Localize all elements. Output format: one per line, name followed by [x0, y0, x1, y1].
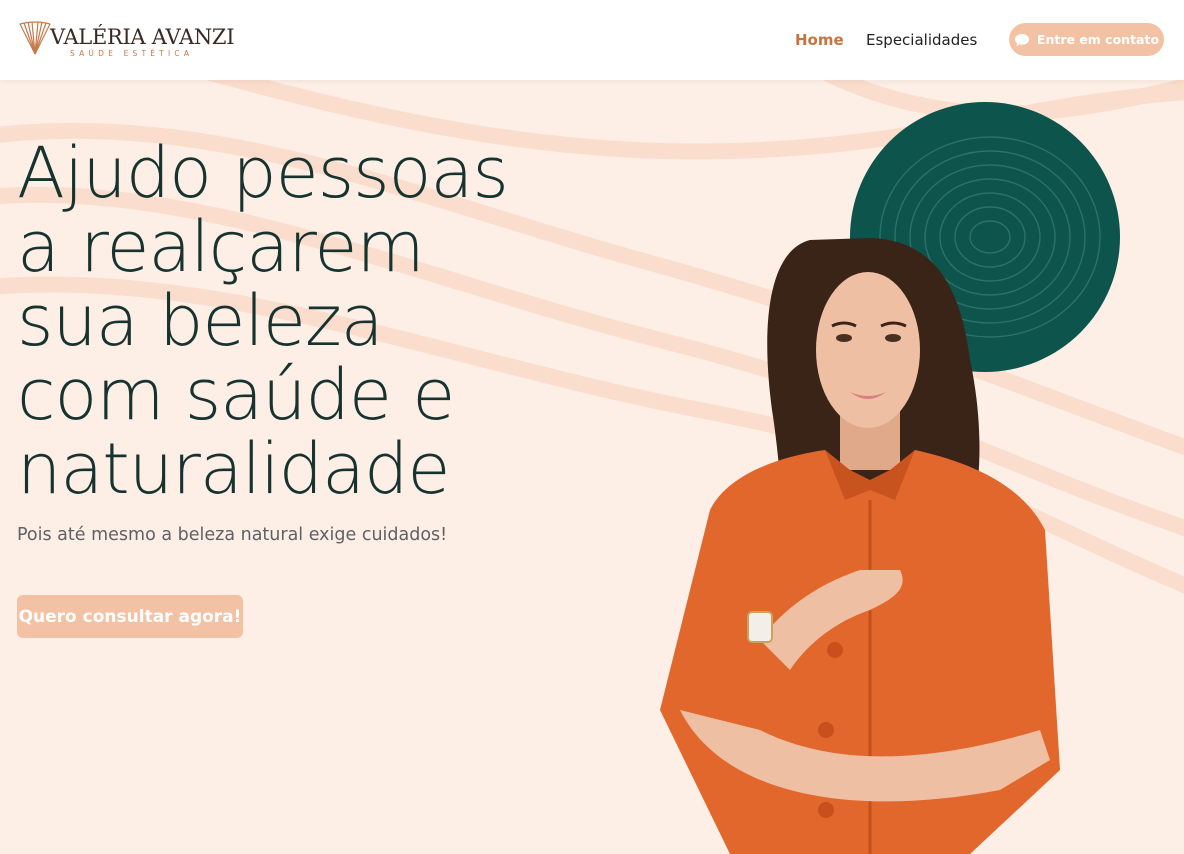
headline-line: Ajudo pessoas	[17, 132, 509, 214]
hero-headline: Ajudo pessoas a realçarem sua beleza com…	[17, 136, 637, 506]
contact-button[interactable]: Entre em contato	[1009, 23, 1164, 56]
headline-line: com saúde e	[17, 354, 455, 436]
portrait-image	[660, 238, 1060, 854]
nav-item-home[interactable]: Home	[795, 30, 844, 50]
chat-bubble-icon	[1014, 33, 1029, 46]
main-nav: Home Especialidades	[0, 30, 1184, 50]
headline-line: sua beleza	[17, 280, 384, 362]
hero-section: Ajudo pessoas a realçarem sua beleza com…	[0, 80, 1184, 854]
hero-subtitle: Pois até mesmo a beleza natural exige cu…	[17, 525, 448, 545]
contact-button-label: Entre em contato	[1036, 32, 1160, 47]
headline-line: a realçarem	[17, 206, 425, 288]
consult-now-button[interactable]: Quero consultar agora!	[17, 595, 243, 638]
headline-line: naturalidade	[17, 428, 450, 510]
nav-item-especialidades[interactable]: Especialidades	[866, 30, 977, 50]
brand-subtitle: SAÚDE ESTÉTICA	[70, 49, 194, 58]
site-header: VALÉRIA AVANZI SAÚDE ESTÉTICA Home Espec…	[0, 0, 1184, 80]
